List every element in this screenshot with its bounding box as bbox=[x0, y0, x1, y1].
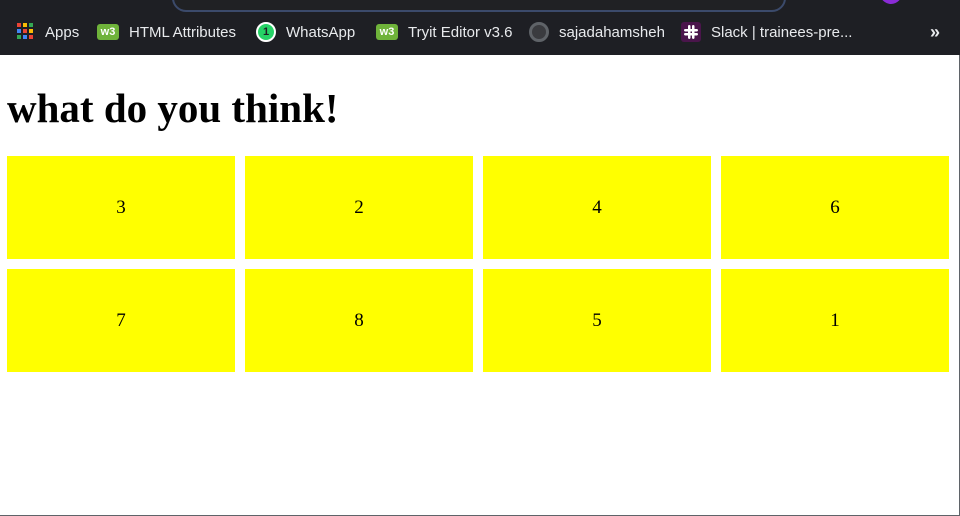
number-tile[interactable]: 4 bbox=[483, 156, 711, 259]
number-grid: 3 2 4 6 7 8 5 1 bbox=[7, 156, 949, 372]
number-tile[interactable]: 7 bbox=[7, 269, 235, 372]
browser-toolbar: Apps w3 HTML Attributes 1 WhatsApp w3 Tr… bbox=[0, 0, 960, 55]
number-tile[interactable]: 3 bbox=[7, 156, 235, 259]
bookmark-label: sajadahamsheh bbox=[559, 23, 665, 41]
w3schools-icon: w3 bbox=[97, 24, 119, 40]
more-bookmarks-icon[interactable]: » bbox=[930, 22, 940, 43]
bookmark-apps[interactable]: Apps bbox=[17, 14, 79, 50]
bookmark-github-profile[interactable]: sajadahamsheh bbox=[529, 14, 665, 50]
bookmark-label: Apps bbox=[45, 23, 80, 41]
page-heading: what do you think! bbox=[7, 85, 339, 131]
bookmark-whatsapp[interactable]: 1 WhatsApp bbox=[256, 14, 355, 50]
bookmark-label: WhatsApp bbox=[286, 23, 356, 41]
number-tile[interactable]: 2 bbox=[245, 156, 473, 259]
number-tile[interactable]: 1 bbox=[721, 269, 949, 372]
bookmark-tryit-editor[interactable]: w3 Tryit Editor v3.6 bbox=[376, 14, 512, 50]
profile-avatar[interactable] bbox=[880, 0, 902, 4]
bookmark-label: Tryit Editor v3.6 bbox=[408, 23, 513, 41]
number-tile[interactable]: 6 bbox=[721, 156, 949, 259]
number-tile[interactable]: 5 bbox=[483, 269, 711, 372]
page-content: what do you think! 3 2 4 6 7 8 5 1 bbox=[0, 55, 960, 516]
slack-icon bbox=[681, 22, 701, 42]
number-tile[interactable]: 8 bbox=[245, 269, 473, 372]
w3schools-icon: w3 bbox=[376, 24, 398, 40]
apps-grid-icon bbox=[17, 23, 35, 41]
whatsapp-icon: 1 bbox=[256, 22, 276, 42]
bookmark-label: Slack | trainees-pre... bbox=[711, 23, 853, 41]
bookmark-label: HTML Attributes bbox=[129, 23, 236, 41]
bookmark-html-attributes[interactable]: w3 HTML Attributes bbox=[97, 14, 236, 50]
bookmark-slack[interactable]: Slack | trainees-pre... bbox=[681, 14, 852, 50]
address-bar[interactable] bbox=[172, 0, 786, 12]
bookmarks-bar: Apps w3 HTML Attributes 1 WhatsApp w3 Tr… bbox=[0, 14, 960, 50]
github-icon bbox=[529, 22, 549, 42]
